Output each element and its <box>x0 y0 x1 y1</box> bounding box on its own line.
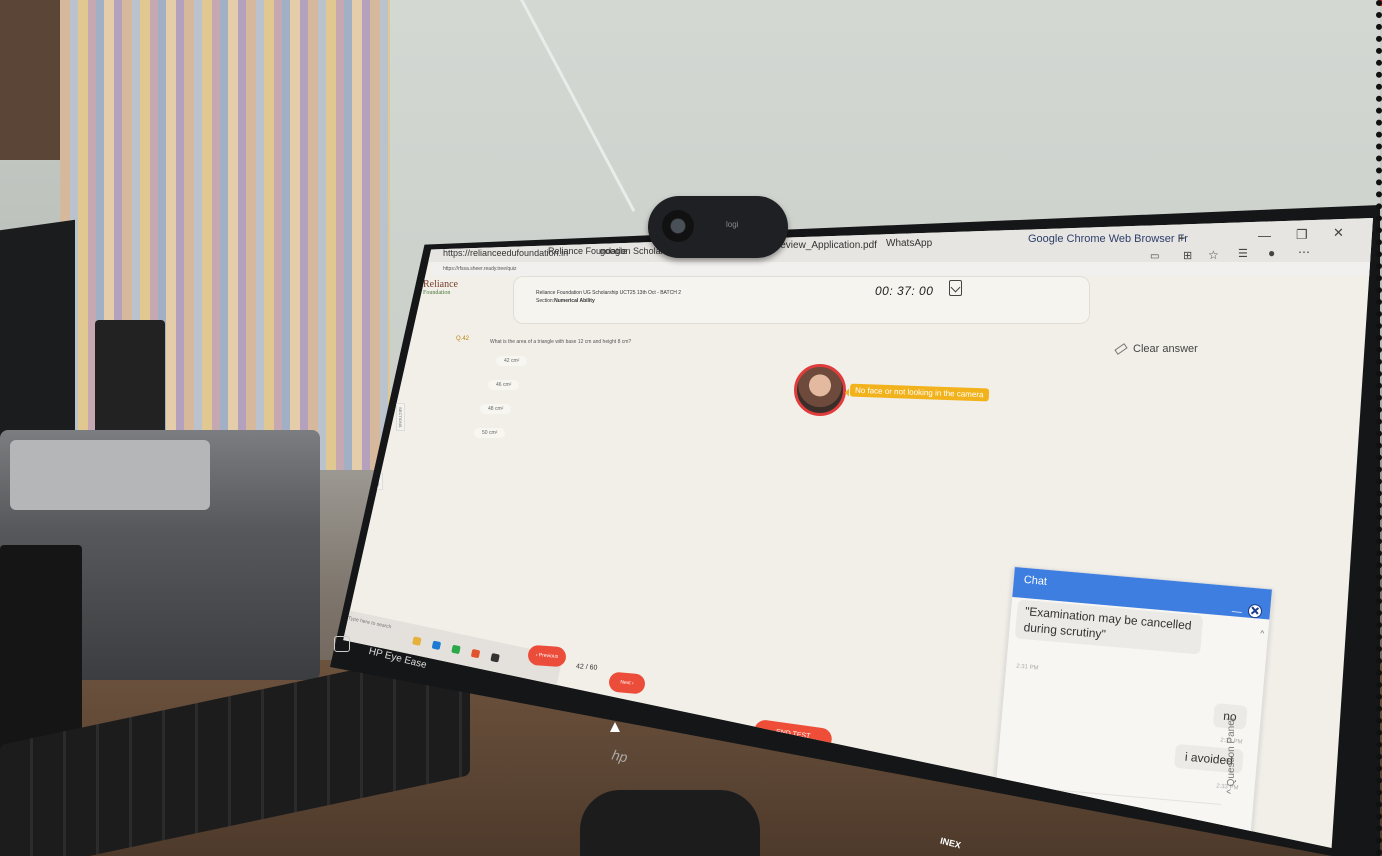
browser-tab[interactable]: Review_Application.pdf <box>773 240 877 251</box>
question-pager: 42 / 60 <box>575 663 598 672</box>
favorite-star-icon[interactable]: ☆ <box>1208 248 1219 262</box>
minimize-icon[interactable]: — <box>1258 228 1271 243</box>
clear-answer-label: Clear answer <box>1133 343 1198 355</box>
sections-tab[interactable]: SECTIONS <box>396 403 405 432</box>
app-icon[interactable] <box>490 653 500 663</box>
mouse-cursor-icon <box>610 722 620 732</box>
taskbar-search[interactable]: Type here to search <box>347 615 391 630</box>
chat-timestamp: 2:31 PM <box>1015 663 1039 672</box>
chat-close-icon[interactable] <box>1247 603 1263 619</box>
webcam-brand: logi <box>726 220 739 229</box>
chrome-icon[interactable] <box>451 644 461 655</box>
exam-header-card <box>513 276 1090 324</box>
app-icon[interactable] <box>470 648 481 659</box>
webcam-lens <box>662 210 694 242</box>
chat-title: Chat <box>1023 573 1048 588</box>
exam-section: Section:Numerical Ability <box>536 298 595 304</box>
chat-minimize-button[interactable]: — <box>1231 606 1242 618</box>
question-text: What is the area of a triangle with base… <box>490 339 632 345</box>
question-number: Q.42 <box>456 336 470 342</box>
monitor-stand <box>580 790 760 856</box>
clipboard-icon[interactable] <box>949 280 962 296</box>
close-icon[interactable]: ✕ <box>1333 225 1344 241</box>
next-button[interactable]: Next › <box>608 671 646 695</box>
browser-tab-active[interactable]: Google Chrome Web Browser Fr <box>1028 233 1188 245</box>
more-icon[interactable]: ⋯ <box>1298 245 1310 259</box>
chat-scroll-up[interactable]: ^ <box>1260 629 1265 638</box>
photo-scene: https://relianceedufoundation.in Relianc… <box>0 0 1382 856</box>
exam-title: Reliance Foundation UG Scholarship UCT25… <box>536 290 681 296</box>
question-panel-tab[interactable]: ^ Question Panel <box>1226 718 1237 794</box>
answer-option[interactable]: 48 cm² <box>480 404 512 414</box>
countdown-timer: 00: 37: 00 <box>875 284 934 298</box>
reliance-logo: Reliance Foundation <box>423 279 458 297</box>
monitor-button-icon <box>334 636 350 652</box>
browser-tab[interactable]: google <box>600 246 627 256</box>
proctor-camera-avatar <box>794 364 846 416</box>
address-bar[interactable]: https://rfssa.sheer.ready.tree/quiz <box>433 262 1373 276</box>
edge-icon[interactable] <box>431 640 442 651</box>
clear-answer-button[interactable]: Clear answer <box>1114 343 1198 355</box>
files-icon[interactable] <box>412 636 422 646</box>
door-frame <box>0 0 60 160</box>
webcam: logi <box>648 196 788 258</box>
section-label: Section: <box>536 298 555 304</box>
previous-button[interactable]: ‹ Previous <box>527 644 567 668</box>
logo-sub: Foundation <box>423 290 451 296</box>
answer-option[interactable]: 42 cm² <box>496 356 528 366</box>
new-tab-button[interactable]: + <box>1178 230 1186 245</box>
camera-icon[interactable]: ▭ <box>1150 251 1159 262</box>
proctor-warning: No face or not looking in the camera <box>849 383 989 402</box>
logo-name: Reliance <box>423 279 458 290</box>
profile-icon[interactable]: ● <box>1268 246 1275 260</box>
extensions-icon[interactable]: ⊞ <box>1183 249 1192 262</box>
answer-option[interactable]: 50 cm² <box>474 428 506 438</box>
browser-tab[interactable]: WhatsApp <box>886 238 932 249</box>
collections-icon[interactable]: ☰ <box>1238 247 1248 260</box>
eraser-icon <box>1114 343 1128 355</box>
restore-icon[interactable]: ❐ <box>1296 227 1308 243</box>
hp-logo: hp <box>610 746 630 766</box>
section-name: Numerical Ability <box>554 298 595 304</box>
printer-tray <box>10 440 210 510</box>
answer-option[interactable]: 46 cm² <box>488 380 520 390</box>
